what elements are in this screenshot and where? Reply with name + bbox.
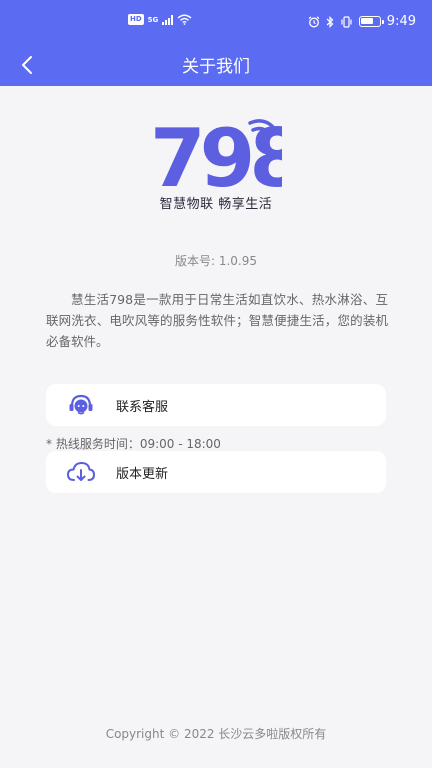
version-number: 版本号: 1.0.95 bbox=[174, 254, 258, 268]
hd-badge: HD bbox=[128, 14, 144, 25]
vibrate-icon bbox=[341, 15, 352, 28]
brand-slogan: 智慧物联 畅享生活 bbox=[159, 197, 273, 212]
customer-service-icon bbox=[69, 394, 93, 415]
battery-icon bbox=[358, 16, 384, 27]
network-label: 5G bbox=[147, 15, 159, 24]
status-time: 9:49 bbox=[386, 14, 416, 29]
brand-logo: 798 bbox=[150, 112, 306, 205]
contact-support-label: 联系客服 bbox=[116, 399, 169, 415]
status-bar-right: 9:49 bbox=[308, 14, 416, 29]
contact-support-button[interactable]: 联系客服 bbox=[46, 384, 386, 426]
copyright-text: Copyright © 2022 长沙云多啦版权所有 bbox=[105, 727, 327, 741]
navigation-bar: 关于我们 bbox=[0, 44, 432, 86]
logo-798-mark: 798 bbox=[150, 112, 306, 205]
status-bar: HD 5G 9:49 bbox=[0, 0, 432, 44]
update-icon-wrap bbox=[46, 461, 116, 483]
bluetooth-icon bbox=[326, 15, 334, 28]
version-update-button[interactable]: 版本更新 bbox=[46, 451, 386, 493]
page-title: 关于我们 bbox=[182, 57, 250, 77]
battery-level bbox=[360, 18, 373, 24]
contact-icon-wrap bbox=[46, 394, 116, 416]
app-description: 慧生活798是一款用于日常生活如直饮水、热水淋浴、互联网洗衣、电吹风等的服务性软… bbox=[46, 292, 388, 349]
signal-icon bbox=[162, 14, 174, 25]
hotline-hours: * 热线服务时间：09:00 - 18:00 bbox=[46, 437, 221, 451]
version-update-label: 版本更新 bbox=[116, 466, 169, 482]
wifi-icon bbox=[177, 14, 192, 25]
cloud-download-icon bbox=[66, 461, 96, 481]
status-bar-left: HD 5G bbox=[128, 14, 192, 25]
alarm-icon bbox=[308, 15, 320, 27]
